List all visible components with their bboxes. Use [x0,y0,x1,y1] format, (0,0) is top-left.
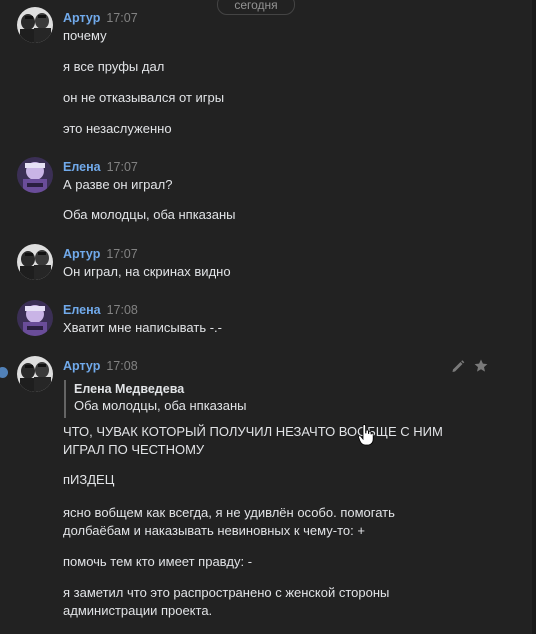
pencil-icon[interactable] [450,358,466,374]
message-time[interactable]: 17:08 [106,359,137,373]
message-text: Хватит мне написывать -.- [63,320,222,335]
avatar[interactable] [17,157,53,193]
avatar[interactable] [17,300,53,336]
message-text: ясно вобщем как всегда, я не удивлён осо… [63,505,395,538]
date-divider-label: сегодня [217,0,295,15]
scrollbar-track[interactable] [532,0,536,634]
message-time[interactable]: 17:07 [106,11,137,25]
author-name[interactable]: Елена [63,160,101,174]
hand-cursor-icon [358,424,374,446]
author-name[interactable]: Артур [63,359,100,373]
message-meta: Артур 17:08 [63,358,138,374]
message-meta: Елена 17:07 [63,159,138,175]
message-meta: Артур 17:07 [63,246,138,262]
avatar[interactable] [17,356,53,392]
message-text: он не отказывался от игры [63,90,225,105]
star-icon[interactable] [473,358,489,374]
message-text: почему [63,28,107,43]
message-meta: Артур 17:07 [63,10,138,26]
reply-text: Оба молодцы, оба нпказаны [74,398,247,413]
avatar[interactable] [17,7,53,43]
message-text: я все пруфы дал [63,59,165,74]
message-text: Он играл, на скринах видно [63,264,231,279]
author-name[interactable]: Артур [63,11,100,25]
message-text: помочь тем кто имеет правду: - [63,554,253,569]
message-meta: Елена 17:08 [63,302,138,318]
reply-quote[interactable]: Елена Медведева Оба молодцы, оба нпказан… [64,380,246,418]
message-text: Оба молодцы, оба нпказаны [63,207,236,222]
avatar[interactable] [17,244,53,280]
message-text: А разве он играл? [63,177,173,192]
message-text: ЧТО, ЧУВАК КОТОРЫЙ ПОЛУЧИЛ НЕЗАЧТО ВООБЩ… [63,424,443,457]
selected-check-icon[interactable] [0,367,8,378]
message-text: я заметил что это распространено с женск… [63,585,390,618]
message-time[interactable]: 17:07 [107,160,138,174]
reply-author: Елена Медведева [74,382,185,396]
author-name[interactable]: Артур [63,247,100,261]
message-time[interactable]: 17:07 [106,247,137,261]
message-text: пИЗДЕЦ [63,472,115,487]
message-time[interactable]: 17:08 [107,303,138,317]
message-text: это незаслуженно [63,121,172,136]
author-name[interactable]: Елена [63,303,101,317]
